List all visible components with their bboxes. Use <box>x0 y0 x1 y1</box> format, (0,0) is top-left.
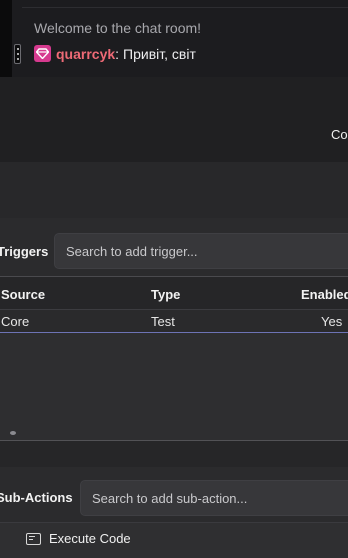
cell-type: Test <box>151 314 175 329</box>
sub-action-search-input[interactable] <box>80 480 348 516</box>
cell-source: Core <box>1 314 30 329</box>
section-spacer <box>0 441 348 467</box>
sub-actions-label: Sub-Actions <box>0 490 73 505</box>
section-spacer <box>0 162 348 218</box>
gem-badge-icon <box>34 45 51 62</box>
sub-actions-list: Execute Code <box>0 522 348 558</box>
chat-separator: : <box>115 45 120 62</box>
list-item[interactable]: Execute Code <box>26 531 131 546</box>
column-header-source[interactable]: Source <box>1 287 45 302</box>
triggers-table-header: Source Type Enabled <box>0 277 348 310</box>
triggers-label: Triggers <box>0 244 49 259</box>
trigger-search-input[interactable] <box>54 233 348 269</box>
table-row[interactable]: Core Test Yes <box>0 310 348 333</box>
chat-message: quarrcyk: Привіт, світ <box>34 45 196 62</box>
chat-divider <box>22 7 348 8</box>
chat-edge <box>0 0 12 77</box>
chat-username[interactable]: quarrcyk <box>56 46 115 62</box>
sub-action-label: Execute Code <box>49 531 131 546</box>
header-partial-label[interactable]: Co <box>331 127 348 142</box>
chat-welcome-text: Welcome to the chat room! <box>34 20 202 36</box>
code-window-icon <box>26 532 41 545</box>
app-window: Welcome to the chat room! quarrcyk: Прив… <box>0 0 348 558</box>
header-band <box>0 77 348 162</box>
column-header-type[interactable]: Type <box>151 287 180 302</box>
column-header-enabled[interactable]: Enabled <box>301 287 348 302</box>
more-options-icon[interactable] <box>14 44 21 64</box>
triggers-table: Source Type Enabled Core Test Yes <box>0 276 348 441</box>
chat-preview: Welcome to the chat room! quarrcyk: Прив… <box>0 0 348 77</box>
cell-enabled: Yes <box>321 314 343 329</box>
chat-message-text: Привіт, світ <box>123 45 196 62</box>
resize-handle-icon[interactable] <box>10 431 16 435</box>
